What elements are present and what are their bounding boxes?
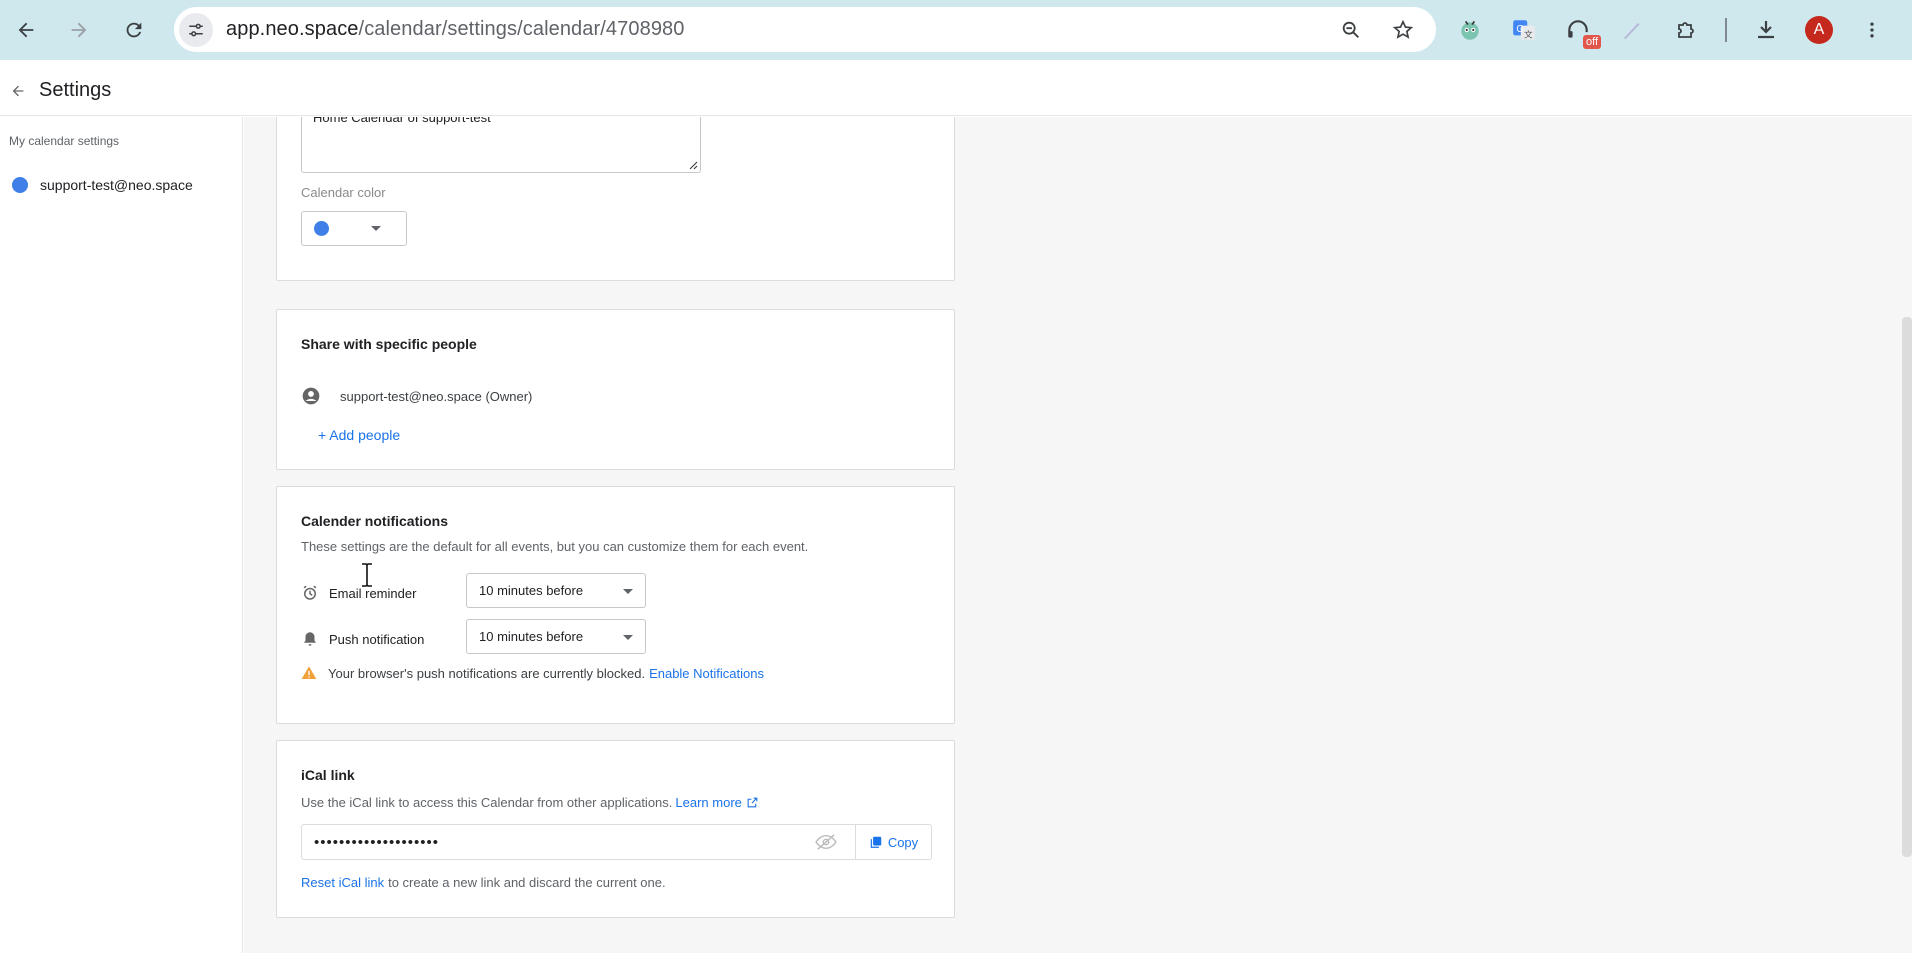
learn-more-link[interactable]: Learn more — [675, 795, 741, 810]
reload-button[interactable] — [112, 8, 156, 52]
extensions-bar: G文 off A — [1455, 8, 1887, 52]
description-value: Home Calendar of support-test — [313, 117, 491, 125]
translate-extension-icon[interactable]: G文 — [1509, 15, 1539, 45]
calendar-details-card: Home Calendar of support-test Calendar c… — [276, 117, 955, 281]
puzzle-extensions-icon[interactable] — [1671, 15, 1701, 45]
calendar-color-label: Calendar color — [301, 185, 386, 200]
warning-text: Your browser's push notifications are cu… — [328, 665, 646, 681]
forward-button[interactable] — [57, 8, 101, 52]
ical-title: iCal link — [301, 767, 355, 783]
settings-sidebar: My calendar settings support-test@neo.sp… — [0, 117, 243, 953]
sidebar-heading: My calendar settings — [9, 134, 120, 148]
push-notification-select[interactable]: 10 minutes before — [466, 619, 646, 654]
ical-masked-value: •••••••••••••••••••• — [314, 833, 440, 851]
resize-grip-icon[interactable] — [688, 160, 698, 170]
page-scrollbar[interactable] — [1902, 317, 1912, 857]
chevron-down-icon — [371, 226, 381, 231]
external-link-icon[interactable] — [746, 796, 759, 809]
ical-description: Use the iCal link to access this Calenda… — [301, 795, 673, 810]
headset-extension-icon[interactable]: off — [1563, 15, 1601, 49]
calendar-color-dot — [12, 177, 28, 193]
pen-extension-icon[interactable] — [1617, 15, 1647, 45]
more-menu-icon[interactable] — [1857, 15, 1887, 45]
bookmark-star-icon[interactable] — [1388, 15, 1418, 45]
push-notification-row: Push notification — [301, 630, 424, 648]
add-people-button[interactable]: + Add people — [318, 427, 400, 443]
zoom-icon[interactable] — [1336, 15, 1366, 45]
share-card: Share with specific people support-test@… — [276, 309, 955, 470]
settings-header: Settings — [0, 66, 1912, 116]
page-title: Settings — [39, 79, 112, 101]
download-icon[interactable] — [1751, 15, 1781, 45]
url-host: app.neo.space — [226, 18, 359, 40]
notifications-title: Calender notifications — [301, 513, 449, 529]
notifications-card: Calender notifications These settings ar… — [276, 486, 955, 724]
email-reminder-value: 10 minutes before — [479, 583, 584, 598]
back-to-calendar-button[interactable] — [8, 81, 28, 101]
reset-ical-row: Reset iCal link to create a new link and… — [301, 875, 666, 890]
robot-extension-icon[interactable] — [1455, 15, 1485, 45]
svg-text:G: G — [1516, 24, 1524, 35]
back-button[interactable] — [4, 8, 48, 52]
arrow-right-icon — [71, 22, 87, 38]
alarm-clock-icon — [303, 585, 317, 600]
notifications-description: These settings are the default for all e… — [301, 539, 809, 554]
reset-ical-suffix: to create a new link and discard the cur… — [388, 875, 666, 890]
extension-off-badge: off — [1582, 35, 1601, 49]
ical-description-row: Use the iCal link to access this Calenda… — [301, 795, 759, 810]
share-person-row: support-test@neo.space (Owner) — [301, 386, 532, 406]
url-path: /calendar/settings/calendar/4708980 — [358, 18, 685, 40]
chevron-down-icon — [623, 589, 633, 594]
calendar-description-field[interactable]: Home Calendar of support-test — [301, 117, 701, 173]
email-reminder-select[interactable]: 10 minutes before — [466, 573, 646, 608]
email-reminder-row: Email reminder — [301, 584, 416, 602]
share-title: Share with specific people — [301, 336, 477, 352]
omnibox-actions — [1336, 7, 1418, 52]
push-blocked-warning: Your browser's push notifications are cu… — [301, 665, 764, 681]
arrow-left-icon — [18, 22, 34, 38]
calendar-color-select[interactable] — [301, 211, 407, 246]
copy-label: Copy — [887, 834, 919, 850]
ical-link-field[interactable]: •••••••••••••••••••• Copy — [301, 824, 932, 860]
chevron-down-icon — [623, 635, 633, 640]
site-info-icon[interactable] — [179, 12, 213, 47]
sidebar-item-calendar[interactable]: support-test@neo.space — [12, 177, 193, 193]
copy-button[interactable]: Copy — [855, 825, 931, 859]
sidebar-item-label: support-test@neo.space — [40, 177, 193, 193]
url-text[interactable]: app.neo.space/calendar/settings/calendar… — [226, 18, 684, 41]
settings-content: Home Calendar of support-test Calendar c… — [244, 117, 1912, 953]
reset-ical-link[interactable]: Reset iCal link — [301, 875, 384, 890]
warning-icon — [301, 666, 317, 679]
toolbar-divider — [1725, 18, 1727, 42]
address-bar[interactable]: app.neo.space/calendar/settings/calendar… — [174, 7, 1436, 52]
arrow-left-icon — [12, 85, 24, 96]
text-cursor-icon — [362, 563, 372, 587]
profile-avatar[interactable]: A — [1805, 16, 1833, 44]
email-reminder-label: Email reminder — [329, 585, 417, 601]
bell-icon — [304, 632, 316, 646]
reload-icon — [126, 22, 142, 38]
push-notification-value: 10 minutes before — [479, 629, 584, 644]
ical-card: iCal link Use the iCal link to access th… — [276, 740, 955, 918]
account-circle-icon — [302, 387, 320, 405]
browser-toolbar: app.neo.space/calendar/settings/calendar… — [0, 0, 1912, 60]
enable-notifications-link[interactable]: Enable Notifications — [649, 666, 764, 681]
selected-color-swatch — [314, 221, 329, 236]
push-notification-label: Push notification — [329, 631, 425, 647]
eye-off-icon[interactable] — [815, 833, 837, 851]
share-person-label: support-test@neo.space (Owner) — [340, 388, 533, 404]
copy-icon — [870, 836, 882, 848]
svg-text:文: 文 — [1524, 29, 1533, 40]
